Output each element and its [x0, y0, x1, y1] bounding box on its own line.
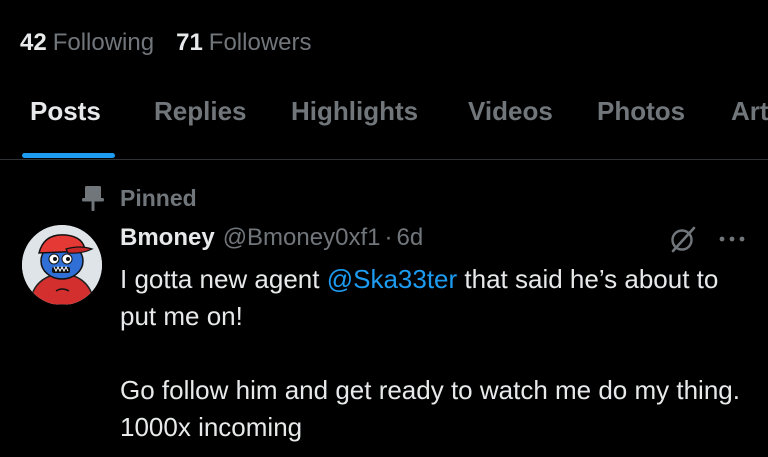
- follow-stats: 42 Following 71 Followers: [20, 28, 334, 58]
- pinned-indicator: Pinned: [82, 183, 197, 213]
- post-paragraph-2: Go follow him and get ready to watch me …: [120, 375, 740, 442]
- following-link[interactable]: 42 Following: [20, 29, 154, 57]
- tab-articles[interactable]: Art: [731, 96, 768, 127]
- tab-photos[interactable]: Photos: [597, 96, 685, 127]
- tab-highlights[interactable]: Highlights: [291, 96, 418, 127]
- following-label: Following: [52, 29, 155, 56]
- followers-count: 71: [176, 29, 203, 56]
- profile-tabs: Posts Replies Highlights Videos Photos A…: [0, 76, 768, 160]
- avatar-image: [22, 225, 102, 305]
- tab-posts[interactable]: Posts: [30, 96, 101, 127]
- separator-dot: ·: [384, 224, 393, 251]
- followers-label: Followers: [208, 29, 312, 56]
- mention-link[interactable]: @Ska33ter: [327, 264, 457, 294]
- tab-videos[interactable]: Videos: [468, 96, 553, 127]
- tab-replies[interactable]: Replies: [154, 96, 247, 127]
- followers-link[interactable]: 71 Followers: [176, 29, 311, 57]
- post-paragraph-1: I gotta new agent @Ska33ter that said he…: [120, 261, 750, 335]
- pin-icon: [82, 184, 104, 212]
- post-timestamp[interactable]: 6d: [396, 224, 423, 252]
- pinned-label: Pinned: [120, 184, 197, 211]
- author-name[interactable]: Bmoney: [120, 224, 215, 252]
- author-handle[interactable]: @Bmoney0xf1: [223, 224, 381, 252]
- post-text: I gotta new agent @Ska33ter that said he…: [120, 261, 750, 446]
- post-header: Bmoney @Bmoney0xf1 · 6d: [120, 222, 423, 254]
- grok-icon[interactable]: [668, 224, 698, 254]
- more-horizontal-icon[interactable]: [715, 224, 749, 254]
- active-tab-indicator: [22, 153, 115, 158]
- avatar[interactable]: [22, 225, 102, 305]
- post-text-before-mention: I gotta new agent: [120, 264, 327, 294]
- following-count: 42: [20, 29, 47, 56]
